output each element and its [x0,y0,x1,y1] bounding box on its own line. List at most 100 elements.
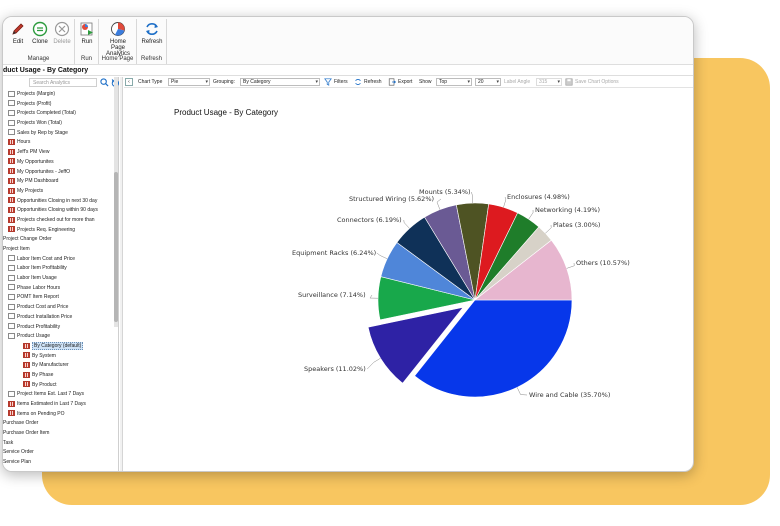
tree-item-label: Hours [17,139,31,146]
tree-item[interactable]: Project Item [3,245,113,255]
tree-item[interactable]: By Product [3,381,113,391]
collapse-pane-icon[interactable]: ‹ [125,78,133,86]
tree-item[interactable]: By Phase [3,371,113,381]
tree-item-label: Product Cost and Price [17,304,69,311]
tree-item[interactable]: Labor Item Usage [3,274,113,284]
chart-type-label: Chart Type [138,79,163,85]
tree-item[interactable]: Labor Item Cost and Price [3,255,113,265]
report-icon [8,294,15,301]
delete-button[interactable]: Delete [49,21,75,45]
search-icon[interactable] [100,78,109,87]
tree-item[interactable]: Opportunities Closing within 90 days [3,206,113,216]
filters-button[interactable]: Filters [334,79,348,86]
tree-item-label: Labor Item Cost and Price [17,255,76,262]
chart-type-select[interactable]: Pie ▾ [168,78,210,86]
tree-item[interactable]: Projects checked out for more than [3,216,113,226]
report-icon [8,313,15,320]
save-chart-options-button[interactable]: Save Chart Options [575,79,619,86]
tree-item[interactable]: Projects Req. Engineering [3,226,113,236]
tree-item[interactable]: Purchase Order [3,419,113,429]
tree-item[interactable]: By Manufacturer [3,361,113,371]
tree-item[interactable]: Projects Completed (Total) [3,109,113,119]
tree-item-label: Project Items Est. Last 7 Days [17,391,84,398]
tree-item[interactable]: Sales by Rep by Stage [3,129,113,139]
tree-item[interactable]: My Projects [3,187,113,197]
tree-item[interactable]: By System [3,352,113,362]
tree-item[interactable]: Service Order [3,448,113,458]
grid-report-icon [23,352,30,359]
ribbon-group-label-run: Run [80,56,92,62]
chevron-down-icon: ▾ [467,79,470,85]
leader-line [369,294,379,299]
tree-item-label: Purchase Order Item [3,430,50,437]
tree-item[interactable]: My PM Dashboard [3,177,113,187]
tree-item-label: My Projects [17,187,44,194]
home-page-analytics-button[interactable]: Home Page Analytics [101,21,135,57]
clone-label: Clone [32,39,48,45]
tree-item[interactable]: Jeff's PM View [3,148,113,158]
ribbon-group-run: Run Run [75,19,99,64]
tree-item-label: My PM Dashboard [17,178,59,185]
tree-item[interactable]: Project Items Est. Last 7 Days [3,390,113,400]
tree-item[interactable]: Projects (Margin) [3,90,113,100]
tree-item-label: Projects Req. Engineering [17,226,76,233]
tree-item[interactable]: Product Cost and Price [3,303,113,313]
ribbon-group-label-refresh: Refresh [140,56,162,62]
tree-item[interactable]: Product Usage [3,332,113,342]
count-value: 20 [478,79,484,85]
label-angle-label: Label Angle [504,79,531,85]
tree-item[interactable]: By Category (default) [3,341,113,352]
tree-item-label: Project Change Order [3,236,52,243]
tree-item[interactable]: Hours [3,138,113,148]
save-icon[interactable] [565,78,573,86]
tree-scrollbar-thumb[interactable] [114,172,118,322]
tree-item[interactable]: Purchase Order Item [3,429,113,439]
slice-label: Surveillance (7.14%) [298,291,366,299]
leader-line [528,209,534,220]
grid-report-icon [8,226,15,233]
search-input[interactable]: Search Analytics [29,78,97,87]
grid-report-icon [8,400,15,407]
tree-item[interactable]: Items Estimated in Last 7 Days [3,400,113,410]
export-button[interactable]: Export [398,79,412,86]
tree-item[interactable]: Product Profitability [3,323,113,333]
label-angle-select[interactable]: 315 ▾ [536,78,562,86]
tree-item[interactable]: Items on Pending PO [3,410,113,420]
home-page-analytics-icon [111,22,125,36]
chart-title: Product Usage - By Category [174,108,279,117]
run-button[interactable]: Run [74,21,100,45]
refresh-button[interactable]: Refresh [139,21,165,45]
tree-scrollbar[interactable] [114,77,118,327]
tree-item[interactable]: Task [3,439,113,449]
tree-item[interactable]: Projects Won (Total) [3,119,113,129]
tree-item-label: Projects (Margin) [17,91,56,97]
show-select[interactable]: Top ▾ [436,78,472,86]
count-select[interactable]: 20 ▾ [475,78,501,86]
tree-item[interactable]: Phase Labor Hours [3,284,113,294]
leader-line [545,224,552,234]
slice-label: Wire and Cable (35.70%) [529,391,610,399]
grid-report-icon [23,371,30,378]
run-label: Run [81,39,93,45]
chart-refresh-button[interactable]: Refresh [364,79,382,86]
tree-item[interactable]: Product Installation Price [3,313,113,323]
grid-report-icon [8,139,15,146]
tree-item-label: Opportunities Closing in next 30 day [17,197,98,204]
tree-item[interactable]: My Opportunites [3,158,113,168]
tree-item[interactable]: Labor Item Profitability [3,264,113,274]
report-icon [8,274,15,281]
tree-item-label: Jeff's PM View [17,149,50,156]
tree-item[interactable]: Project Change Order [3,235,113,245]
filter-icon[interactable] [324,78,332,86]
export-icon[interactable] [388,78,396,86]
refresh-icon[interactable] [354,78,362,86]
tree-item[interactable]: My Opportunites - JeffO [3,168,113,178]
tree-item[interactable]: Service Plan [3,458,113,468]
tree-item-label: Opportunities Closing within 90 days [17,207,98,214]
grid-report-icon [8,148,15,155]
tree-item[interactable]: Opportunities Closing in next 30 day [3,197,113,207]
grouping-select[interactable]: By Category ▾ [240,78,320,86]
tree-item[interactable]: POMT Item Report [3,293,113,303]
slice-label: Structured Wiring (5.62%) [349,195,434,203]
tree-item[interactable]: Projects (Profit) [3,100,113,110]
